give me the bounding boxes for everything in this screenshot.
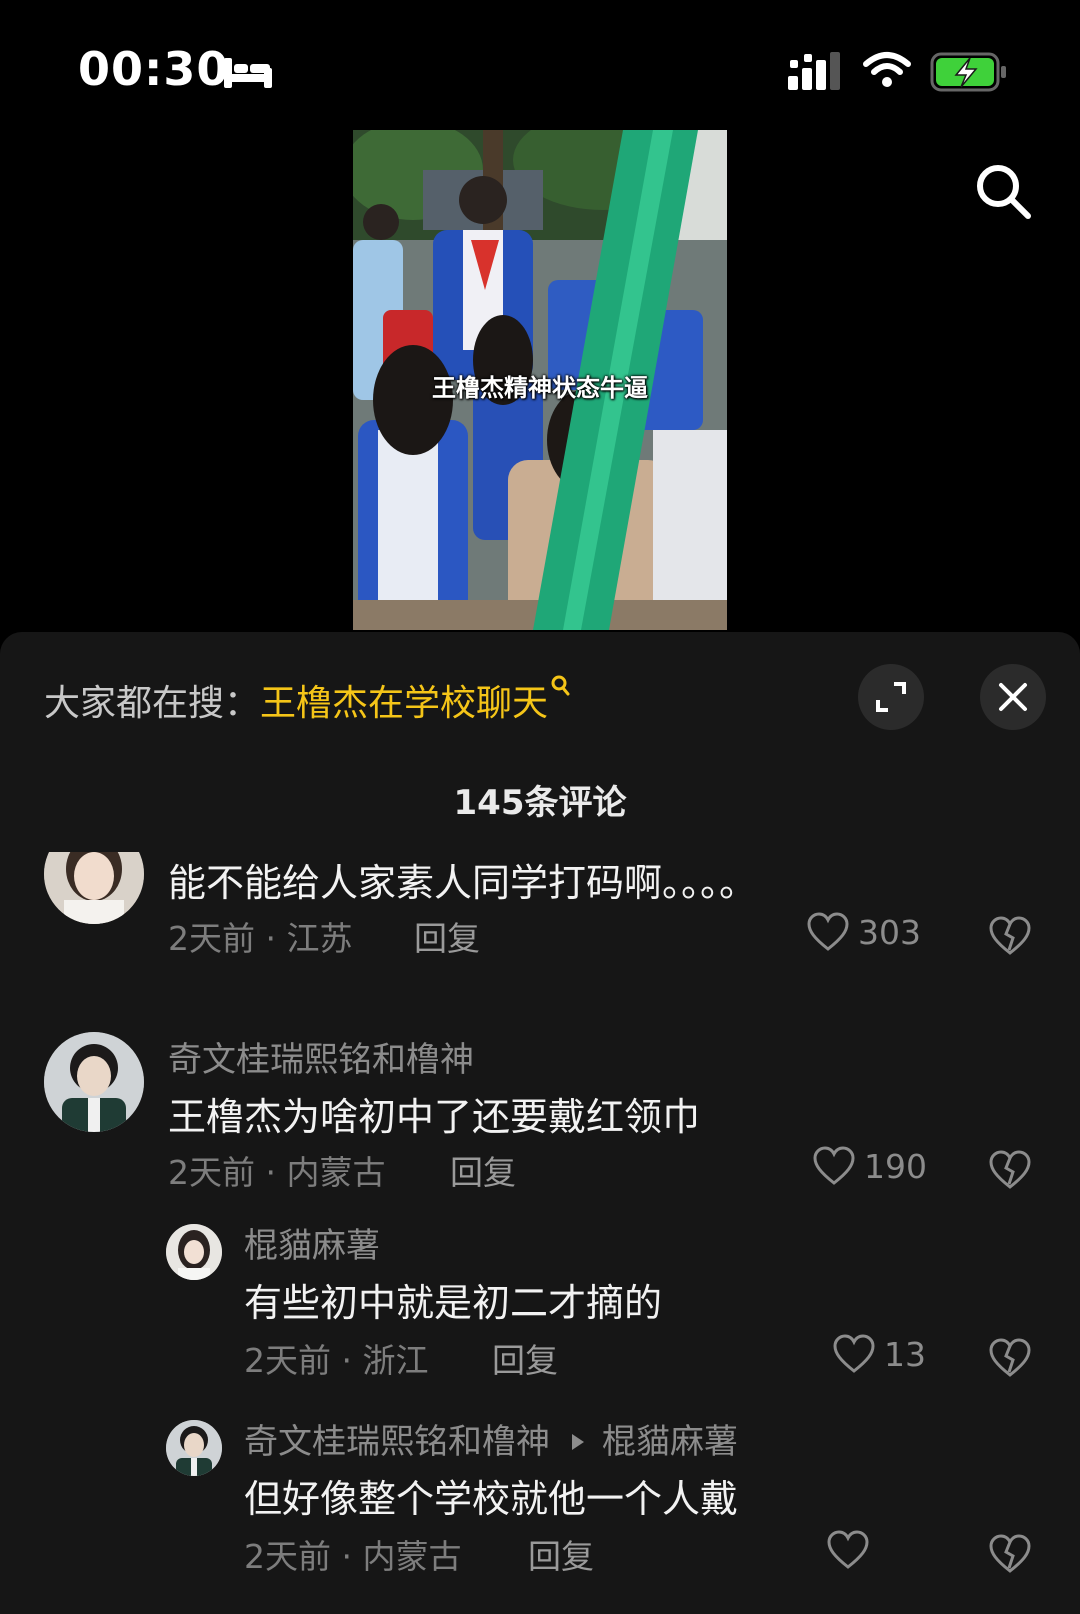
expand-button[interactable] [858,664,924,730]
comment-author[interactable]: 奇文桂瑞熙铭和橹神 棍貓麻薯 [244,1414,738,1463]
like-count: 190 [864,1146,927,1186]
trending-search-bar[interactable]: 大家都在搜：王橹杰在学校聊天 [44,674,572,726]
video-caption: 王橹杰精神状态牛逼 [432,374,648,402]
like-button[interactable]: 13 [832,1334,926,1374]
dislike-broken-heart-icon[interactable] [988,1150,1032,1190]
comment-text: 有些初中就是初二才摘的 [244,1281,663,1325]
comment-meta: 2天前 · 内蒙古 [168,1153,386,1192]
like-button[interactable]: 190 [812,1146,927,1186]
trending-prefix: 大家都在搜： [44,683,261,724]
video-player[interactable]: 王橹杰精神状态牛逼 [353,130,727,630]
comment-author[interactable]: 棍貓麻薯 [244,1218,380,1267]
comment-list[interactable]: 能不能给人家素人同学打码啊。。。。 2天前 · 江苏 回复 303 奇文桂瑞熙铭… [0,852,1080,1614]
heart-icon [827,1530,869,1569]
like-count: 13 [884,1334,926,1374]
search-icon[interactable] [972,160,1034,222]
comment-location: 浙江 [362,1341,429,1380]
reply-button[interactable]: 回复 [492,1334,558,1382]
reply-target-name[interactable]: 棍貓麻薯 [602,1422,738,1462]
comment-author[interactable]: 奇文桂瑞熙铭和橹神 [168,1032,474,1081]
close-icon [999,683,1027,711]
comment-count-title: 145条评论 [453,783,627,823]
comment-text: 王橹杰为啥初中了还要戴红领巾 [168,1095,701,1139]
status-bar: 00:30 [0,0,1080,130]
reply-button[interactable]: 回复 [450,1146,516,1194]
expand-icon [876,682,906,712]
heart-icon [833,1334,875,1373]
comment-time: 2天前 [168,919,255,958]
sleep-focus-icon [224,58,272,88]
like-button[interactable]: 303 [806,912,921,952]
like-button[interactable] [826,1530,878,1570]
comment-text: 能不能给人家素人同学打码啊。。。。 [168,861,758,905]
reply-to-arrow-icon [572,1433,584,1450]
cellular-signal-icon [788,52,840,90]
dislike-broken-heart-icon[interactable] [988,1338,1032,1378]
comment-meta: 2天前 · 浙江 [244,1341,429,1380]
heart-icon [807,912,849,951]
reply-button[interactable]: 回复 [528,1530,594,1578]
comment-text: 但好像整个学校就他一个人戴 [244,1477,739,1521]
wifi-icon [863,52,911,87]
battery-charging-icon [930,52,1006,92]
reply-button[interactable]: 回复 [414,912,480,960]
comment-panel: 大家都在搜：王橹杰在学校聊天 145条评论 能不能给人家素人同学打码啊。。。。 … [0,632,1080,1614]
heart-icon [813,1146,855,1185]
comment-location: 内蒙古 [286,1153,386,1192]
comment-location: 内蒙古 [362,1537,462,1576]
trending-search-term[interactable]: 王橹杰在学校聊天 [260,683,548,724]
avatar[interactable] [44,1032,144,1132]
comment-time: 2天前 [244,1537,331,1576]
reply-author-name[interactable]: 奇文桂瑞熙铭和橹神 [244,1422,550,1462]
avatar[interactable] [166,1420,222,1476]
comment-time: 2天前 [168,1153,255,1192]
comment-meta: 2天前 · 江苏 [168,919,353,958]
comment-time: 2天前 [244,1341,331,1380]
avatar[interactable] [44,852,144,924]
comment-meta: 2天前 · 内蒙古 [244,1537,462,1576]
close-button[interactable] [980,664,1046,730]
dislike-broken-heart-icon[interactable] [988,1534,1032,1574]
dislike-broken-heart-icon[interactable] [988,916,1032,956]
status-time: 00:30 [78,42,230,96]
like-count: 303 [858,912,921,952]
comment-location: 江苏 [286,919,353,958]
small-search-icon [551,675,570,696]
avatar[interactable] [166,1224,222,1280]
